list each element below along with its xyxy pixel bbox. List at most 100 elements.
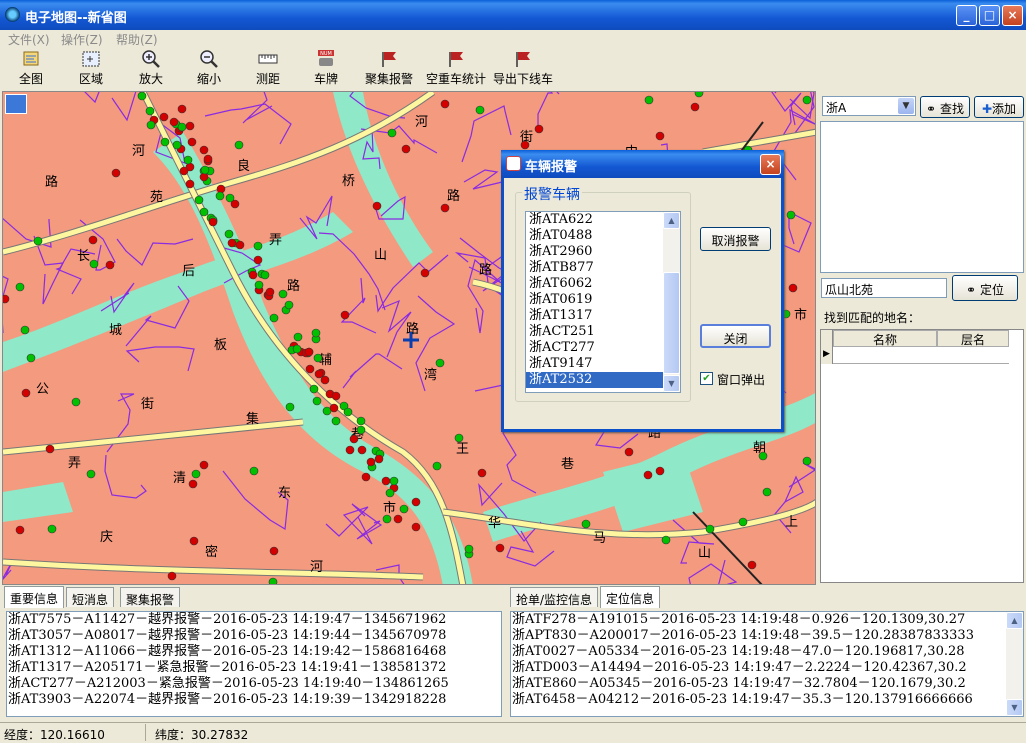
- col-layer[interactable]: 层名: [937, 330, 1009, 347]
- plate-button[interactable]: NUM 车牌: [311, 50, 341, 90]
- tab-important[interactable]: 重要信息: [4, 586, 65, 608]
- alley: [771, 92, 802, 126]
- tab-gather[interactable]: 聚集报警: [120, 587, 181, 607]
- scroll-up-icon[interactable]: ▲: [1006, 612, 1023, 629]
- location-log-scrollbar[interactable]: ▲ ▼: [1006, 612, 1023, 716]
- scroll-up-icon[interactable]: ▲: [663, 212, 680, 229]
- vehicle-alarm-marker: [203, 154, 213, 164]
- scroll-down-icon[interactable]: ▼: [663, 375, 680, 392]
- log-line[interactable]: 浙AT3903－A22074－越界报警－2016-05-23 14:19:39－…: [7, 692, 501, 708]
- plate-label: 车牌: [313, 72, 338, 86]
- locate-button[interactable]: ⚭ 定位: [952, 275, 1018, 301]
- gather-alarm-button[interactable]: 聚集报警: [364, 50, 414, 90]
- vehicle-marker: [278, 289, 288, 299]
- region-button[interactable]: 区域: [76, 50, 106, 90]
- tab-location[interactable]: 定位信息: [600, 586, 661, 608]
- close-button[interactable]: ×: [1002, 5, 1023, 26]
- vehicle-item[interactable]: 浙ATB877: [526, 260, 680, 276]
- export-offline-button[interactable]: 导出下线车: [492, 50, 554, 90]
- search-button[interactable]: ⚭ 查找: [920, 96, 970, 118]
- measure-button[interactable]: 测距: [253, 50, 283, 90]
- vehicle-item[interactable]: 浙AT0488: [526, 228, 680, 244]
- province-select[interactable]: 浙A ▼: [822, 96, 916, 116]
- vehicle-alarm-marker: [495, 543, 505, 553]
- menu-file[interactable]: 文件(X): [8, 31, 50, 48]
- log-line[interactable]: 浙AT1312－A11066－越界报警－2016-05-23 14:19:42－…: [7, 644, 501, 660]
- vehicle-item[interactable]: 浙ATA622: [526, 212, 680, 228]
- vehicle-item[interactable]: 浙ACT251: [526, 324, 680, 340]
- vehicle-marker: [758, 451, 768, 461]
- log-line[interactable]: 浙ATF278－A191015－2016-05-23 14:19:48－0.92…: [511, 612, 1007, 628]
- vehicle-alarm-marker: [381, 476, 391, 486]
- add-button[interactable]: ✚添加: [974, 96, 1024, 118]
- vehicle-marker: [191, 469, 201, 479]
- alarm-vehicle-group: 报警车辆 浙ATA622 浙AT0488 浙AT2960 浙ATB877 浙AT6062…: [515, 184, 691, 402]
- tab-monitor[interactable]: 抢单/监控信息: [510, 587, 599, 607]
- vehicle-list[interactable]: 浙ATA622 浙AT0488 浙AT2960 浙ATB877 浙AT6062 浙AT06…: [525, 211, 681, 393]
- street-label: 路: [479, 262, 492, 278]
- menu-bar: 文件(X) 操作(Z) 帮助(Z): [0, 30, 1026, 48]
- log-line[interactable]: 浙AT7575－A11427－越界报警－2016-05-23 14:19:47－…: [7, 612, 501, 628]
- log-line[interactable]: 浙AT3057－A08017－越界报警－2016-05-23 14:19:44－…: [7, 628, 501, 644]
- street-label: 河: [415, 115, 428, 130]
- vehicle-marker: [385, 488, 395, 498]
- vehicle-alarm-marker: [111, 168, 121, 178]
- scroll-down-icon[interactable]: ▼: [1006, 699, 1023, 716]
- empty-full-stat-button[interactable]: 空重车统计: [425, 50, 487, 90]
- alley: [204, 103, 292, 145]
- vehicle-alarm-marker: [265, 287, 275, 297]
- vehicle-item[interactable]: 浙AT1317: [526, 308, 680, 324]
- vehicle-marker: [200, 165, 210, 175]
- log-line[interactable]: 浙ACT277－A212003－紧急报警－2016-05-23 14:19:40…: [7, 676, 501, 692]
- tab-sms[interactable]: 短消息: [66, 587, 115, 607]
- longitude-readout: 经度：120.16610: [4, 728, 105, 742]
- vehicle-marker: [199, 207, 209, 217]
- popup-label: 窗口弹出: [717, 373, 766, 387]
- vehicle-item[interactable]: 浙AT0619: [526, 292, 680, 308]
- dialog-close-button[interactable]: ×: [760, 154, 781, 175]
- log-line[interactable]: 浙ATD003－A14494－2016-05-23 14:19:47－2.222…: [511, 660, 1007, 676]
- table-row[interactable]: [833, 347, 1009, 364]
- log-line[interactable]: 浙AT0027－A05334－2016-05-23 14:19:48－47.0－…: [511, 644, 1007, 660]
- log-line[interactable]: 浙AT6458－A04212－2016-05-23 14:19:47－35.3－…: [511, 692, 1007, 708]
- vehicle-item[interactable]: 浙AT6062: [526, 276, 680, 292]
- vehicle-alarm-marker: [477, 468, 487, 478]
- place-input[interactable]: 瓜山北苑: [825, 281, 873, 298]
- location-log[interactable]: 浙ATF278－A191015－2016-05-23 14:19:48－0.92…: [510, 611, 1024, 717]
- vehicle-item[interactable]: 浙AT2532: [526, 372, 680, 388]
- place-input-box[interactable]: 瓜山北苑: [821, 278, 947, 298]
- vehicle-marker: [26, 353, 36, 363]
- vehicle-alarm-marker: [269, 546, 279, 556]
- street-label: 马: [593, 531, 606, 546]
- scroll-thumb[interactable]: [663, 272, 680, 374]
- popup-checkbox[interactable]: ✔: [700, 372, 713, 385]
- vehicle-item[interactable]: 浙AT9147: [526, 356, 680, 372]
- map-nav-icon[interactable]: [5, 94, 27, 114]
- vehicle-item[interactable]: 浙AT2960: [526, 244, 680, 260]
- vehicle-marker: [738, 517, 748, 527]
- minimize-button[interactable]: _: [956, 5, 977, 26]
- zoom-in-button[interactable]: 放大: [136, 50, 166, 90]
- log-line[interactable]: 浙ATE860－A05345－2016-05-23 14:19:47－32.78…: [511, 676, 1007, 692]
- maximize-button[interactable]: □: [979, 5, 1000, 26]
- col-name[interactable]: 名称: [833, 330, 937, 347]
- result-list[interactable]: [820, 121, 1024, 273]
- globe-map-icon: [23, 51, 39, 66]
- important-log[interactable]: 浙AT7575－A11427－越界报警－2016-05-23 14:19:47－…: [6, 611, 502, 717]
- log-line[interactable]: 浙AT1317－A205171－紧急报警－2016-05-23 14:19:41…: [7, 660, 501, 676]
- cancel-alarm-button[interactable]: 取消报警: [700, 227, 771, 251]
- zoom-out-button[interactable]: 缩小: [194, 50, 224, 90]
- street-label: 山: [698, 546, 711, 561]
- full-map-button[interactable]: 全图: [16, 50, 46, 90]
- vehicle-list-scrollbar[interactable]: ▲ ▼: [663, 212, 680, 392]
- dialog-title: 车辆报警: [525, 160, 578, 175]
- vehicle-alarm-marker: [440, 203, 450, 213]
- vehicle-item[interactable]: 浙ACT277: [526, 340, 680, 356]
- vehicle-marker: [399, 504, 409, 514]
- alley: [340, 277, 377, 334]
- chevron-down-icon[interactable]: ▼: [898, 98, 914, 114]
- dialog-close-btn[interactable]: 关闭: [700, 324, 771, 348]
- menu-operate[interactable]: 操作(Z): [61, 31, 103, 48]
- log-line[interactable]: 浙APT830－A200017－2016-05-23 14:19:48－39.5…: [511, 628, 1007, 644]
- menu-help[interactable]: 帮助(Z): [116, 31, 158, 48]
